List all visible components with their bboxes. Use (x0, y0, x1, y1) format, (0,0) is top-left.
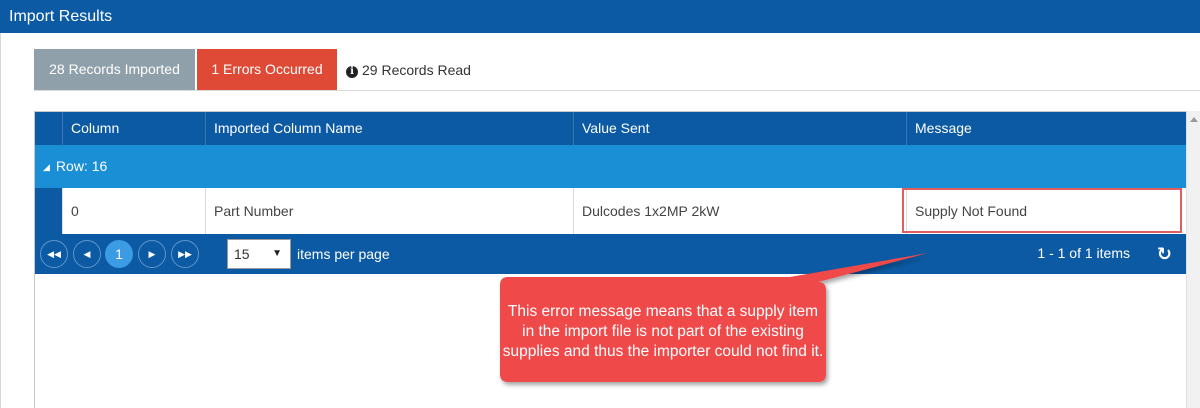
next-page-icon[interactable]: ▶ (138, 240, 166, 268)
records-imported-tab[interactable]: 28 Records Imported (34, 49, 195, 90)
cell-imported-column-name: Part Number (205, 188, 573, 234)
info-icon: i (346, 66, 358, 78)
records-read-label: 29 Records Read (362, 62, 471, 78)
refresh-icon[interactable]: ↻ (1157, 234, 1172, 274)
records-read: i 29 Records Read (346, 61, 471, 79)
current-page-button[interactable]: 1 (105, 240, 133, 268)
page-size-select[interactable]: 15 ▼ (227, 239, 291, 269)
previous-page-icon[interactable]: ◀ (73, 240, 101, 268)
scroll-up-icon[interactable] (1190, 117, 1198, 122)
column-header-imported-column-name[interactable]: Imported Column Name (205, 112, 573, 145)
window-title: Import Results (0, 0, 1200, 33)
errors-occurred-tab[interactable]: 1 Errors Occurred (197, 49, 337, 90)
chevron-down-icon: ▼ (272, 248, 282, 259)
grid-header: Column Imported Column Name Value Sent M… (35, 112, 1186, 145)
message-highlight (902, 188, 1182, 233)
window-border (0, 33, 1, 408)
pager: ◀◀ ◀ 1 ▶ ▶▶ 15 ▼ items per page 1 - 1 of … (35, 234, 1186, 274)
column-header-value-sent[interactable]: Value Sent (573, 112, 906, 145)
cell-column: 0 (62, 188, 205, 234)
group-label: Row: 16 (55, 158, 108, 174)
column-header-message[interactable]: Message (906, 112, 1186, 145)
last-page-icon[interactable]: ▶▶ (171, 240, 199, 268)
header-indicator-cell (35, 112, 62, 145)
vertical-scrollbar[interactable] (1186, 111, 1200, 408)
tabs-divider (34, 90, 1200, 91)
group-row[interactable]: ◢ Row: 16 (35, 145, 1186, 188)
column-header-column[interactable]: Column (62, 112, 205, 145)
page-size-value: 15 (234, 246, 250, 262)
items-per-page-label: items per page (297, 246, 390, 262)
callout-text: This error message means that a supply i… (502, 303, 824, 360)
collapse-triangle-icon[interactable]: ◢ (43, 162, 50, 172)
first-page-icon[interactable]: ◀◀ (40, 240, 68, 268)
cell-value-sent: Dulcodes 1x2MP 2kW (573, 188, 906, 234)
row-indicator (35, 188, 62, 234)
pager-info: 1 - 1 of 1 items (1037, 245, 1130, 261)
